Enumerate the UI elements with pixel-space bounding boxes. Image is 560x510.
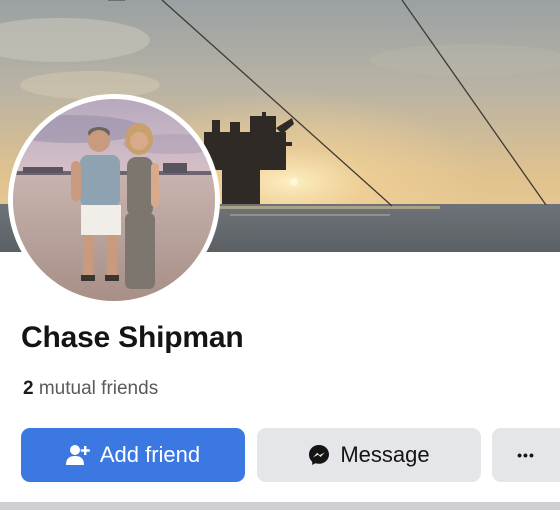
more-options-button[interactable]: ••• (492, 428, 560, 482)
more-dots-icon: ••• (517, 447, 535, 463)
add-person-icon (65, 444, 90, 466)
messenger-icon (308, 444, 330, 466)
avatar[interactable] (13, 99, 215, 301)
mutual-friends-label: mutual friends (38, 378, 159, 399)
message-button[interactable]: Message (257, 428, 481, 482)
section-divider (0, 502, 560, 510)
profile-name: Chase Shipman (21, 321, 244, 354)
message-label: Message (340, 442, 430, 467)
mutual-friends[interactable]: 2 mutual friends (23, 375, 158, 403)
avatar-ring[interactable] (8, 94, 220, 306)
add-friend-label: Add friend (99, 442, 201, 467)
mutual-friends-count: 2 (23, 378, 34, 399)
add-friend-button[interactable]: Add friend (21, 428, 245, 482)
profile-page: Chase Shipman 2 mutual friends Add frien… (0, 0, 560, 510)
